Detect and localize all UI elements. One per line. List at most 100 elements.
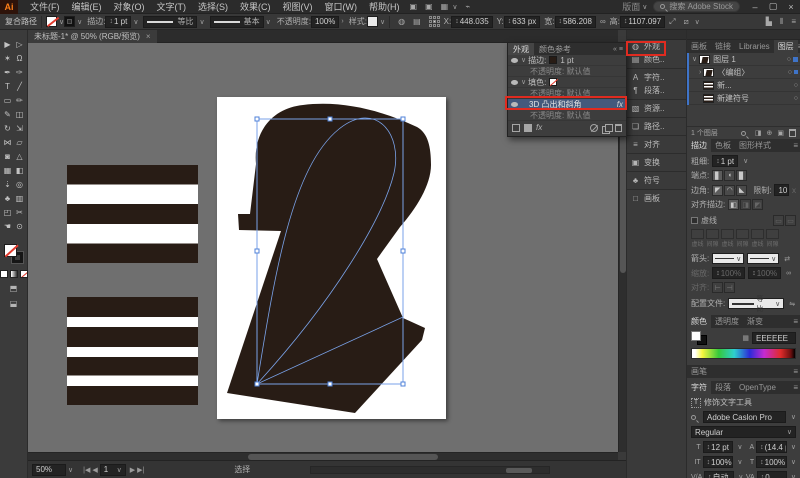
share-icon[interactable]: ⌁ [462, 2, 475, 11]
scale-tool[interactable]: ⇲ [16, 124, 23, 134]
arrowhead-start-dropdown[interactable]: ∨ [712, 253, 744, 264]
selection-tool[interactable]: ▶ [4, 40, 10, 50]
panel-menu-icon[interactable]: ≡ [793, 317, 798, 326]
workspace-switcher[interactable]: 版面 [622, 0, 640, 13]
appearance-row-opacity[interactable]: 不透明度: 默认值 [508, 110, 626, 121]
dock-item-paragraph-styles[interactable]: ¶段落.. [627, 84, 686, 97]
dock-item-color-themes[interactable]: ▤颜色.. [627, 53, 686, 66]
width-tool[interactable]: ⋈ [4, 138, 12, 148]
tab-color-guide[interactable]: 颜色参考 [534, 43, 576, 55]
new-layer-icon[interactable]: ▣ [777, 129, 784, 137]
stroke-weight-field[interactable]: ↕1 pt [712, 155, 738, 167]
panel-menu-icon[interactable]: ≡ [793, 141, 798, 150]
menu-help[interactable]: 帮助(H) [363, 0, 406, 13]
dock-item-appearance[interactable]: ◍外观 [627, 40, 686, 53]
chevron-down-icon[interactable]: ∨ [791, 458, 796, 466]
bevel-join-button[interactable]: ◣ [736, 185, 747, 196]
delete-layer-icon[interactable] [789, 129, 796, 137]
blend-tool[interactable]: ◎ [16, 180, 23, 190]
gradient-tool[interactable]: ◧ [16, 166, 24, 176]
document-tab[interactable]: 未标题-1* @ 50% (RGB/预览) × [28, 30, 157, 43]
maximize-button[interactable]: ▢ [764, 1, 782, 12]
visibility-eye-icon[interactable] [511, 80, 518, 85]
numeral-2-artwork[interactable] [217, 97, 446, 419]
menu-edit[interactable]: 编辑(E) [66, 0, 108, 13]
chevron-down-icon[interactable]: ∨ [791, 413, 796, 421]
arrow-scale-end-field[interactable]: ↕100% [748, 267, 781, 279]
chevron-down-icon[interactable]: ∨ [133, 18, 138, 26]
butt-cap-button[interactable]: ▋ [712, 170, 723, 181]
selection-indicator[interactable] [793, 57, 798, 62]
appearance-row-fill[interactable]: ∨ 填色: [508, 77, 626, 88]
artboard[interactable] [217, 97, 446, 419]
visibility-eye-icon[interactable] [511, 58, 518, 63]
menu-type[interactable]: 文字(T) [151, 0, 193, 13]
target-circle-icon[interactable]: ○ [788, 69, 792, 76]
vertical-scale-field[interactable]: ↕100% [703, 456, 734, 468]
opacity-field[interactable]: 100% [311, 16, 339, 28]
dock-item-align[interactable]: ≡对齐 [627, 138, 686, 151]
tab-opentype[interactable]: OpenType [735, 381, 780, 394]
perspective-grid-tool[interactable]: △ [16, 152, 22, 162]
draw-mode-icon[interactable]: ⬒ [10, 284, 18, 293]
prev-artboard-icon[interactable]: ◀ [92, 466, 97, 474]
status-scrollbar-thumb[interactable] [506, 468, 532, 473]
transform-icon[interactable]: ⤢ [665, 17, 679, 27]
menu-effect[interactable]: 效果(C) [234, 0, 277, 13]
selection-indicator[interactable] [794, 70, 798, 74]
shear-icon[interactable]: ⧄ [680, 17, 693, 27]
round-join-button[interactable]: ◠ [724, 185, 735, 196]
appearance-row-stroke-opacity[interactable]: 不透明度: 默认值 [508, 66, 626, 77]
stroke-color-swatch[interactable] [549, 56, 557, 64]
flip-along-icon[interactable]: ⇋ [789, 300, 795, 308]
tab-appearance[interactable]: 外观 [508, 43, 534, 55]
width-profile-dropdown[interactable]: 等比∨ [728, 298, 784, 309]
panel-menu-icon[interactable]: ≡ [619, 46, 623, 53]
artboard-tool[interactable]: ◰ [4, 208, 12, 218]
magic-wand-tool[interactable]: ✶ [4, 54, 11, 64]
eraser-tool[interactable]: ◫ [16, 110, 24, 120]
dock-item-character-styles[interactable]: A字符.. [627, 71, 686, 84]
clear-appearance-icon[interactable] [590, 124, 598, 132]
striped-artwork-1[interactable] [67, 165, 198, 263]
chevron-down-icon[interactable]: ∨ [695, 18, 700, 26]
recolor-artwork-icon[interactable]: ◍ [394, 17, 409, 26]
tracking-field[interactable]: ↕0 [757, 471, 787, 478]
rectangle-tool[interactable]: ▭ [4, 96, 12, 106]
layer-row-3[interactable]: 新... ○ [687, 79, 800, 92]
layer-name[interactable]: 新... [717, 80, 732, 91]
horizontal-scrollbar[interactable] [28, 452, 618, 460]
dashed-line-checkbox[interactable] [691, 217, 698, 224]
constrain-proportions-icon[interactable]: ∞ [596, 17, 610, 26]
adobe-stock-search[interactable]: 搜索 Adobe Stock [653, 1, 740, 12]
stroke-swatch[interactable] [64, 16, 75, 27]
chevron-down-icon[interactable]: ∨ [791, 473, 796, 478]
tab-swatches[interactable]: 色板 [711, 139, 735, 152]
arrow-scale-start-field[interactable]: ↕100% [712, 267, 745, 279]
effect-label[interactable]: 3D 凸出和斜角 [529, 99, 581, 110]
mesh-tool[interactable]: ▦ [4, 166, 12, 176]
close-tab-icon[interactable]: × [146, 32, 151, 41]
make-mask-icon[interactable]: ◨ [755, 129, 762, 137]
lasso-tool[interactable]: Ω [17, 54, 23, 64]
new-sublayer-icon[interactable]: ⊕ [767, 129, 773, 137]
arrow-align-tip-button[interactable]: ⊢ [712, 282, 723, 293]
arrange-documents-icon[interactable]: ▣ [421, 2, 437, 11]
tab-layers[interactable]: 图层 [774, 40, 798, 53]
layer-row-4[interactable]: 新建符号 ○ [687, 92, 800, 105]
expander-icon[interactable]: › [699, 69, 701, 76]
dash-preserve-button[interactable]: ▭ [773, 215, 784, 226]
horizontal-scale-field[interactable]: ↕100% [756, 456, 787, 468]
appearance-row-stroke[interactable]: ∨ 描边: 1 pt [508, 55, 626, 66]
document-setup-icon[interactable]: ▤ [409, 17, 425, 26]
hand-tool[interactable]: ☚ [4, 222, 11, 232]
artboard-number-field[interactable]: 1∨ [100, 464, 126, 476]
chevron-down-icon[interactable]: ∨ [77, 18, 82, 26]
leading-field[interactable]: ↕(14.4 pt) [756, 441, 787, 453]
layer-row-1[interactable]: ∨ 图层 1 ○ [687, 53, 800, 66]
delete-item-icon[interactable] [615, 124, 622, 132]
direct-selection-tool[interactable]: ▷ [16, 40, 22, 50]
reference-point-locator[interactable] [429, 16, 440, 27]
document-setup-icon[interactable]: ▣ [406, 2, 422, 11]
app-logo[interactable]: Ai [0, 0, 18, 14]
